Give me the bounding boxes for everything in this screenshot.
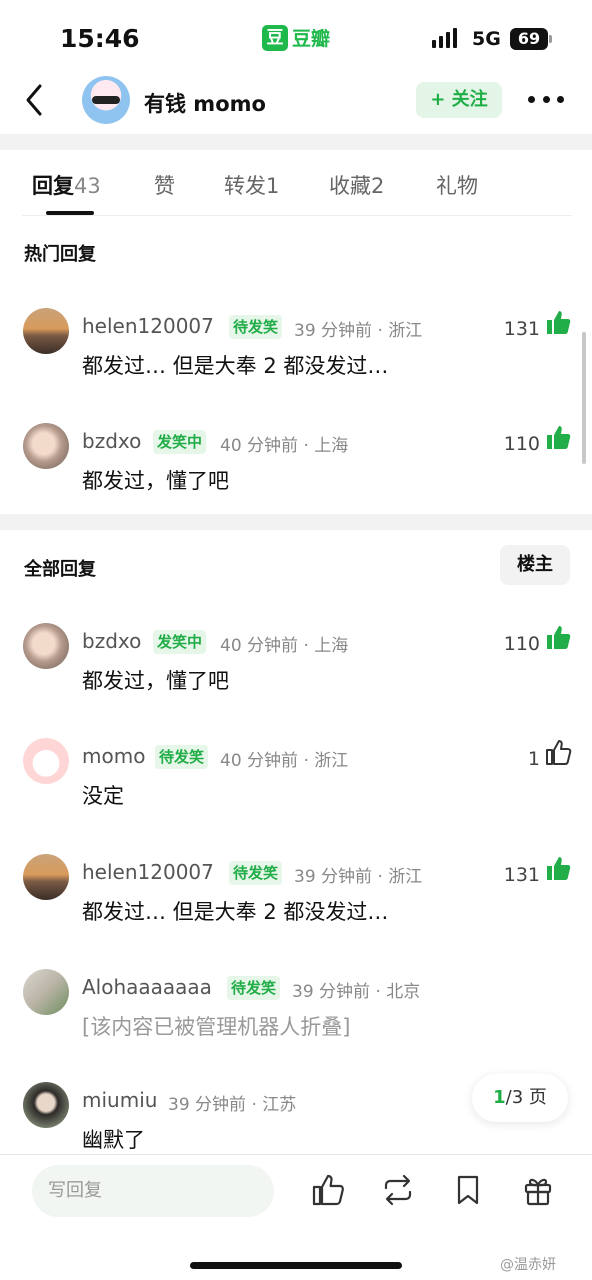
app-name: 豆瓣 [292, 28, 331, 50]
post-header: 有钱 momo + 关注 [0, 70, 592, 134]
thumb-up-icon[interactable] [310, 1172, 346, 1208]
status-badge: 待发笑 [229, 861, 283, 885]
like-count: 110 [503, 433, 540, 455]
status-badge: 发笑中 [153, 630, 207, 654]
douban-logo-icon: 豆 [262, 24, 288, 51]
avatar[interactable] [23, 308, 69, 354]
comment-text: 都发过… 但是大奉 2 都没发过… [82, 900, 389, 924]
avatar[interactable] [23, 969, 69, 1015]
comment-text: 没定 [82, 784, 124, 808]
signal-icon [432, 28, 457, 48]
status-badge: 发笑中 [153, 430, 207, 454]
tab-collections[interactable]: 收藏2 [329, 170, 384, 200]
divider [0, 134, 592, 150]
comment-user[interactable]: helen120007 [82, 314, 214, 338]
status-bar: 15:46 豆 豆瓣 5G 69 [0, 0, 592, 70]
thumb-up-outline-icon[interactable] [544, 738, 572, 766]
follow-button[interactable]: + 关注 [416, 82, 502, 118]
home-indicator[interactable] [190, 1262, 402, 1269]
like-count: 131 [503, 864, 540, 886]
thumb-up-filled-icon[interactable] [544, 423, 572, 451]
comment-meta: 40 分钟前 · 浙江 [220, 751, 349, 771]
comment-meta: 40 分钟前 · 上海 [220, 436, 349, 456]
comment-user[interactable]: bzdxo [82, 429, 141, 453]
folded-comment-text[interactable]: [该内容已被管理机器人折叠] [82, 1011, 350, 1041]
reply-input[interactable]: 写回复 [32, 1165, 274, 1217]
status-badge: 待发笑 [227, 976, 281, 1000]
comment-meta: 39 分钟前 · 浙江 [294, 321, 423, 341]
comment-user[interactable]: helen120007 [82, 860, 214, 884]
comment-text: 都发过，懂了吧 [82, 669, 229, 693]
avatar[interactable] [23, 1082, 69, 1128]
tab-likes[interactable]: 赞 [154, 170, 175, 200]
comment-user[interactable]: bzdxo [82, 629, 141, 653]
comment-meta: 39 分钟前 · 江苏 [168, 1095, 297, 1115]
more-options-icon[interactable] [528, 92, 564, 106]
comment-user[interactable]: miumiu [82, 1088, 157, 1112]
status-time: 15:46 [60, 24, 140, 53]
divider [22, 215, 572, 216]
battery-icon: 69 [510, 28, 548, 50]
watermark: @温赤妍 [500, 1257, 556, 1273]
comment-meta: 40 分钟前 · 上海 [220, 636, 349, 656]
like-count: 110 [503, 633, 540, 655]
back-arrow-icon[interactable] [20, 80, 50, 120]
page-indicator-button[interactable]: 1/3 页 [472, 1074, 568, 1122]
comment-item[interactable]: bzdxo 发笑中 40 分钟前 · 上海 都发过，懂了吧 110 [0, 621, 592, 711]
all-replies-title: 全部回复 [24, 559, 96, 580]
divider [0, 1154, 592, 1155]
comment-item[interactable]: helen120007 待发笑 39 分钟前 · 浙江 都发过… 但是大奉 2 … [0, 306, 592, 396]
avatar[interactable] [82, 76, 130, 124]
comment-meta: 39 分钟前 · 浙江 [294, 867, 423, 887]
comment-meta: 39 分钟前 · 北京 [292, 982, 421, 1002]
comment-user[interactable]: momo [82, 744, 145, 768]
comment-item[interactable]: momo 待发笑 40 分钟前 · 浙江 没定 1 [0, 736, 592, 826]
avatar[interactable] [23, 623, 69, 669]
network-type: 5G [472, 28, 501, 50]
hot-replies-title: 热门回复 [24, 244, 96, 265]
thumb-up-filled-icon[interactable] [544, 854, 572, 882]
scrollbar[interactable] [582, 332, 586, 464]
like-count: 1 [527, 748, 540, 770]
status-badge: 待发笑 [155, 745, 209, 769]
gift-icon[interactable] [520, 1172, 556, 1208]
comment-text: 幽默了 [82, 1128, 145, 1152]
avatar[interactable] [23, 738, 69, 784]
app-indicator: 豆 豆瓣 [262, 24, 330, 51]
repost-icon[interactable] [380, 1172, 416, 1208]
bookmark-icon[interactable] [450, 1172, 486, 1208]
thumb-up-filled-icon[interactable] [544, 623, 572, 651]
comment-text: 都发过，懂了吧 [82, 469, 229, 493]
tab-gifts[interactable]: 礼物 [436, 170, 478, 200]
battery-tip [549, 35, 552, 43]
like-count: 131 [503, 318, 540, 340]
tab-replies[interactable]: 回复43 [32, 170, 101, 200]
avatar[interactable] [23, 854, 69, 900]
tab-bar: 回复43 赞 转发1 收藏2 礼物 [0, 150, 592, 216]
comment-item[interactable]: helen120007 待发笑 39 分钟前 · 浙江 都发过… 但是大奉 2 … [0, 852, 592, 942]
comment-item[interactable]: Alohaaaaaaa 待发笑 39 分钟前 · 北京 [该内容已被管理机器人折… [0, 967, 592, 1057]
thumb-up-filled-icon[interactable] [544, 308, 572, 336]
author-name[interactable]: 有钱 momo [144, 88, 266, 118]
comment-text: 都发过… 但是大奉 2 都没发过… [82, 354, 389, 378]
avatar[interactable] [23, 423, 69, 469]
comment-item[interactable]: bzdxo 发笑中 40 分钟前 · 上海 都发过，懂了吧 110 [0, 421, 592, 511]
tab-reposts[interactable]: 转发1 [224, 170, 279, 200]
status-badge: 待发笑 [229, 315, 283, 339]
comment-user[interactable]: Alohaaaaaaa [82, 975, 212, 999]
divider [0, 514, 592, 530]
owner-only-filter-button[interactable]: 楼主 [500, 545, 570, 585]
